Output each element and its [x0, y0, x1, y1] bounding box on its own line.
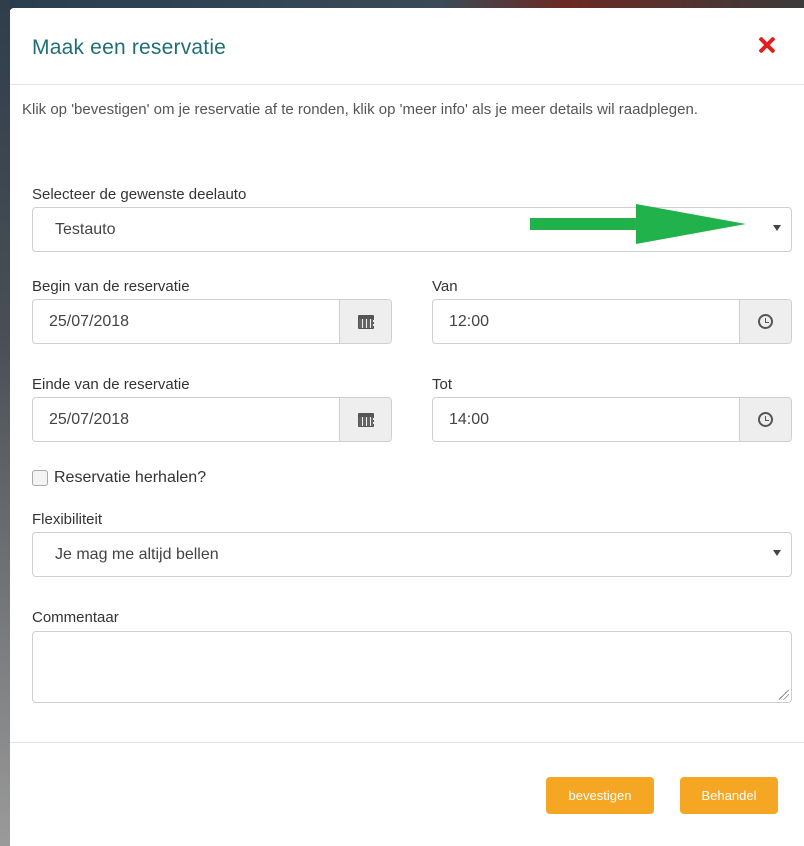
begin-date-group: 25/07/2018: [32, 299, 392, 344]
comment-label: Commentaar: [32, 609, 119, 626]
begin-date-picker-button[interactable]: [339, 300, 391, 343]
begin-time-picker-button[interactable]: [739, 300, 791, 343]
car-select-label: Selecteer de gewenste deelauto: [32, 186, 247, 203]
begin-time-input[interactable]: 12:00: [433, 300, 739, 343]
arrow-annotation: [530, 204, 746, 244]
other-button[interactable]: Behandel: [680, 777, 778, 814]
repeat-checkbox[interactable]: [32, 470, 48, 486]
resize-handle[interactable]: [779, 690, 789, 700]
flex-select-value: Je mag me altijd bellen: [55, 545, 219, 563]
page-background-left: [0, 0, 10, 846]
begin-date-input[interactable]: 25/07/2018: [33, 300, 339, 343]
end-date-group: 25/07/2018: [32, 397, 392, 442]
close-icon[interactable]: [756, 34, 778, 56]
calendar-icon: [357, 314, 374, 329]
calendar-icon: [357, 412, 374, 427]
flex-select[interactable]: Je mag me altijd bellen: [32, 532, 792, 577]
car-select-value: Testauto: [55, 220, 116, 238]
repeat-label: Reservatie herhalen?: [54, 469, 207, 486]
begin-time-label: Van: [432, 278, 458, 295]
clock-icon: [758, 314, 773, 329]
end-time-input[interactable]: 14:00: [433, 398, 739, 441]
modal-header: Maak een reservatie: [10, 8, 804, 85]
clock-icon: [758, 412, 773, 427]
intro-text: Klik op 'bevestigen' om je reservatie af…: [22, 101, 698, 118]
end-date-input[interactable]: 25/07/2018: [33, 398, 339, 441]
chevron-down-icon: [773, 550, 781, 556]
end-time-picker-button[interactable]: [739, 398, 791, 441]
chevron-down-icon: [773, 225, 781, 231]
modal-title: Maak een reservatie: [32, 36, 227, 59]
end-date-label: Einde van de reservatie: [32, 376, 190, 393]
end-time-group: 14:00: [432, 397, 792, 442]
end-date-picker-button[interactable]: [339, 398, 391, 441]
modal-footer-divider: [10, 742, 804, 743]
begin-time-group: 12:00: [432, 299, 792, 344]
begin-date-label: Begin van de reservatie: [32, 278, 190, 295]
comment-textarea[interactable]: [32, 631, 792, 703]
end-time-label: Tot: [432, 376, 453, 393]
flex-select-label: Flexibiliteit: [32, 511, 103, 528]
confirm-button[interactable]: bevestigen: [546, 777, 654, 814]
